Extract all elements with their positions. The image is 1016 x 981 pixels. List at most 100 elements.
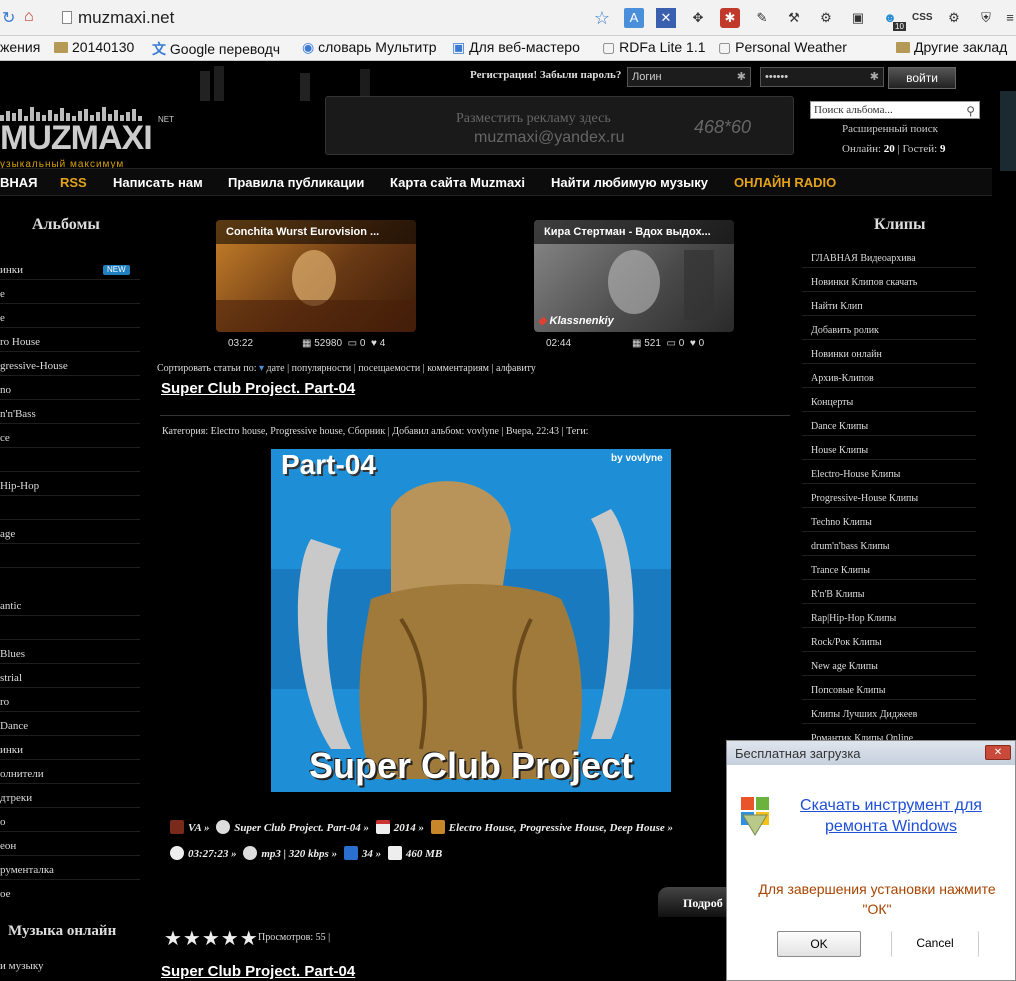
clips-item[interactable]: House Клипы: [811, 445, 868, 456]
video-thumb[interactable]: Conchita Wurst Eurovision ...: [216, 220, 416, 332]
clips-item[interactable]: R'n'B Клипы: [811, 589, 865, 600]
nav-online-radio[interactable]: ОНЛАЙН RADIO: [734, 175, 836, 190]
sidebar-item[interactable]: еон: [0, 840, 16, 852]
sidebar-item[interactable]: ce: [0, 432, 10, 444]
translate-icon[interactable]: A: [624, 8, 644, 28]
clips-item[interactable]: Архив-Клипов: [811, 373, 874, 384]
bookmark-item[interactable]: ▣ Для веб-мастеро: [452, 39, 580, 56]
sidebar-item[interactable]: е: [0, 312, 5, 324]
bookmark-item[interactable]: ▢ RDFa Lite 1.1: [602, 39, 706, 56]
ok-button[interactable]: OK: [777, 931, 861, 957]
sidebar-item[interactable]: no: [0, 384, 11, 396]
ad-banner[interactable]: Разместить рекламу здесь muzmaxi@yandex.…: [325, 96, 794, 155]
image-icon[interactable]: ▣: [848, 8, 868, 28]
bookmark-item[interactable]: ◉ словарь Мультитр: [302, 39, 437, 56]
post-title[interactable]: Super Club Project. Part-04: [161, 963, 355, 980]
bookmark-folder[interactable]: Другие заклад: [896, 39, 1007, 55]
rating-stars[interactable]: ★★★★★: [164, 926, 259, 951]
sort-option[interactable]: алфавиту: [496, 363, 536, 374]
clips-item[interactable]: Rap|Hip-Hop Клипы: [811, 613, 896, 624]
puzzle-icon[interactable]: ✥: [688, 8, 708, 28]
clips-item[interactable]: Клипы Лучших Диджеев: [811, 709, 917, 720]
login-button[interactable]: войти: [888, 67, 956, 89]
clips-item[interactable]: Techno Клипы: [811, 517, 872, 528]
sidebar-item[interactable]: ro: [0, 696, 9, 708]
album-search-input[interactable]: Поиск альбома... ⚲: [810, 101, 980, 119]
divider: [160, 415, 790, 416]
sidebar-item[interactable]: Blues: [0, 648, 25, 660]
home-icon[interactable]: ⌂: [24, 8, 34, 26]
address-bar[interactable]: muzmaxi.net: [52, 6, 582, 30]
heart-icon: ♥: [370, 338, 377, 349]
css-extension[interactable]: CSS: [912, 8, 933, 28]
bookmark-item[interactable]: 文 Google переводч: [152, 39, 280, 59]
bookmark-item[interactable]: жения: [0, 39, 40, 55]
video-thumb[interactable]: Кира Стертман - Вдох выдох... ◆ Klassnen…: [534, 220, 734, 332]
album-cover[interactable]: Part-04 by vovlyne Super Club Project: [271, 449, 671, 792]
bookmark-item[interactable]: ▢ Personal Weather: [718, 39, 847, 56]
sidebar-item[interactable]: и музыку: [0, 960, 44, 972]
nav-find-music[interactable]: Найти любимую музыку: [551, 175, 708, 190]
sort-option[interactable]: комментариям: [427, 363, 489, 374]
clips-item[interactable]: Найти Клип: [811, 301, 863, 312]
clips-item[interactable]: Progressive-House Клипы: [811, 493, 918, 504]
settings-icon[interactable]: ⚙: [944, 8, 964, 28]
sidebar-item[interactable]: олнители: [0, 768, 44, 780]
sidebar-item[interactable]: gressive-House: [0, 360, 68, 372]
download-tool-link[interactable]: Скачать инструмент для ремонта Windows: [787, 795, 995, 837]
sidebar-item[interactable]: инки: [0, 744, 23, 756]
site-logo[interactable]: MUZMAXI NET узыкальный максимум: [0, 101, 180, 171]
sort-option[interactable]: дате: [267, 363, 285, 374]
sidebar-item[interactable]: Hip-Hop: [0, 480, 39, 492]
sidebar-item[interactable]: n'n'Bass: [0, 408, 36, 420]
gear-icon[interactable]: ⚙: [816, 8, 836, 28]
nav-rules[interactable]: Правила публикации: [228, 175, 364, 190]
sidebar-item[interactable]: дтреки: [0, 792, 32, 804]
clips-item[interactable]: ГЛАВНАЯ Видеоархива: [811, 253, 916, 264]
clips-item[interactable]: New age Клипы: [811, 661, 878, 672]
register-link[interactable]: Регистрация! Забыли пароль?: [470, 69, 621, 81]
sort-option[interactable]: популярности: [292, 363, 352, 374]
clips-item[interactable]: Dance Клипы: [811, 421, 868, 432]
sidebar-item[interactable]: antic: [0, 600, 21, 612]
clips-item[interactable]: Новинки онлайн: [811, 349, 882, 360]
bookmark-folder[interactable]: 20140130: [54, 39, 134, 55]
nav-contact[interactable]: Написать нам: [113, 175, 203, 190]
clips-item[interactable]: Попсовые Клипы: [811, 685, 885, 696]
sidebar-item[interactable]: age: [0, 528, 15, 540]
sidebar-item[interactable]: ое: [0, 888, 11, 900]
sidebar-item[interactable]: о: [0, 816, 6, 828]
nav-home[interactable]: ВНАЯ: [0, 175, 38, 190]
search-icon[interactable]: ⚲: [966, 103, 975, 119]
shield-icon[interactable]: ⛨: [976, 8, 996, 28]
asterisk-icon[interactable]: ✱: [720, 8, 740, 28]
clips-item[interactable]: Trance Клипы: [811, 565, 870, 576]
sidebar-item[interactable]: инки: [0, 264, 23, 276]
clips-item[interactable]: drum'n'bass Клипы: [811, 541, 890, 552]
nav-rss[interactable]: RSS: [60, 175, 87, 190]
wrench-icon[interactable]: ⚒: [784, 8, 804, 28]
sidebar-item[interactable]: ro House: [0, 336, 40, 348]
clips-item[interactable]: Добавить ролик: [811, 325, 879, 336]
clips-item[interactable]: Rock/Рок Клипы: [811, 637, 882, 648]
clips-item[interactable]: Новинки Клипов скачать: [811, 277, 917, 288]
clips-item[interactable]: Electro-House Клипы: [811, 469, 900, 480]
post-title[interactable]: Super Club Project. Part-04: [161, 380, 355, 397]
nav-sitemap[interactable]: Карта сайта Muzmaxi: [390, 175, 525, 190]
sidebar-item[interactable]: рументалка: [0, 864, 54, 876]
sidebar-item[interactable]: Dance: [0, 720, 28, 732]
advanced-search-link[interactable]: Расширенный поиск: [842, 123, 938, 135]
bookmark-star-icon[interactable]: ☆: [592, 8, 612, 28]
sidebar-item[interactable]: strial: [0, 672, 22, 684]
x-extension-icon[interactable]: ✕: [656, 8, 676, 28]
reload-icon[interactable]: ↻: [2, 8, 15, 28]
password-field[interactable]: •••••• ✱: [760, 67, 884, 87]
close-icon[interactable]: ✕: [985, 745, 1011, 760]
login-field[interactable]: Логин ✱: [627, 67, 751, 87]
evernote-icon[interactable]: ✎: [752, 8, 772, 28]
clips-item[interactable]: Концерты: [811, 397, 853, 408]
sidebar-item[interactable]: е: [0, 288, 5, 300]
cancel-button[interactable]: Cancel: [891, 931, 979, 957]
menu-icon[interactable]: ≡: [1000, 8, 1016, 28]
sort-option[interactable]: посещаемости: [358, 363, 420, 374]
